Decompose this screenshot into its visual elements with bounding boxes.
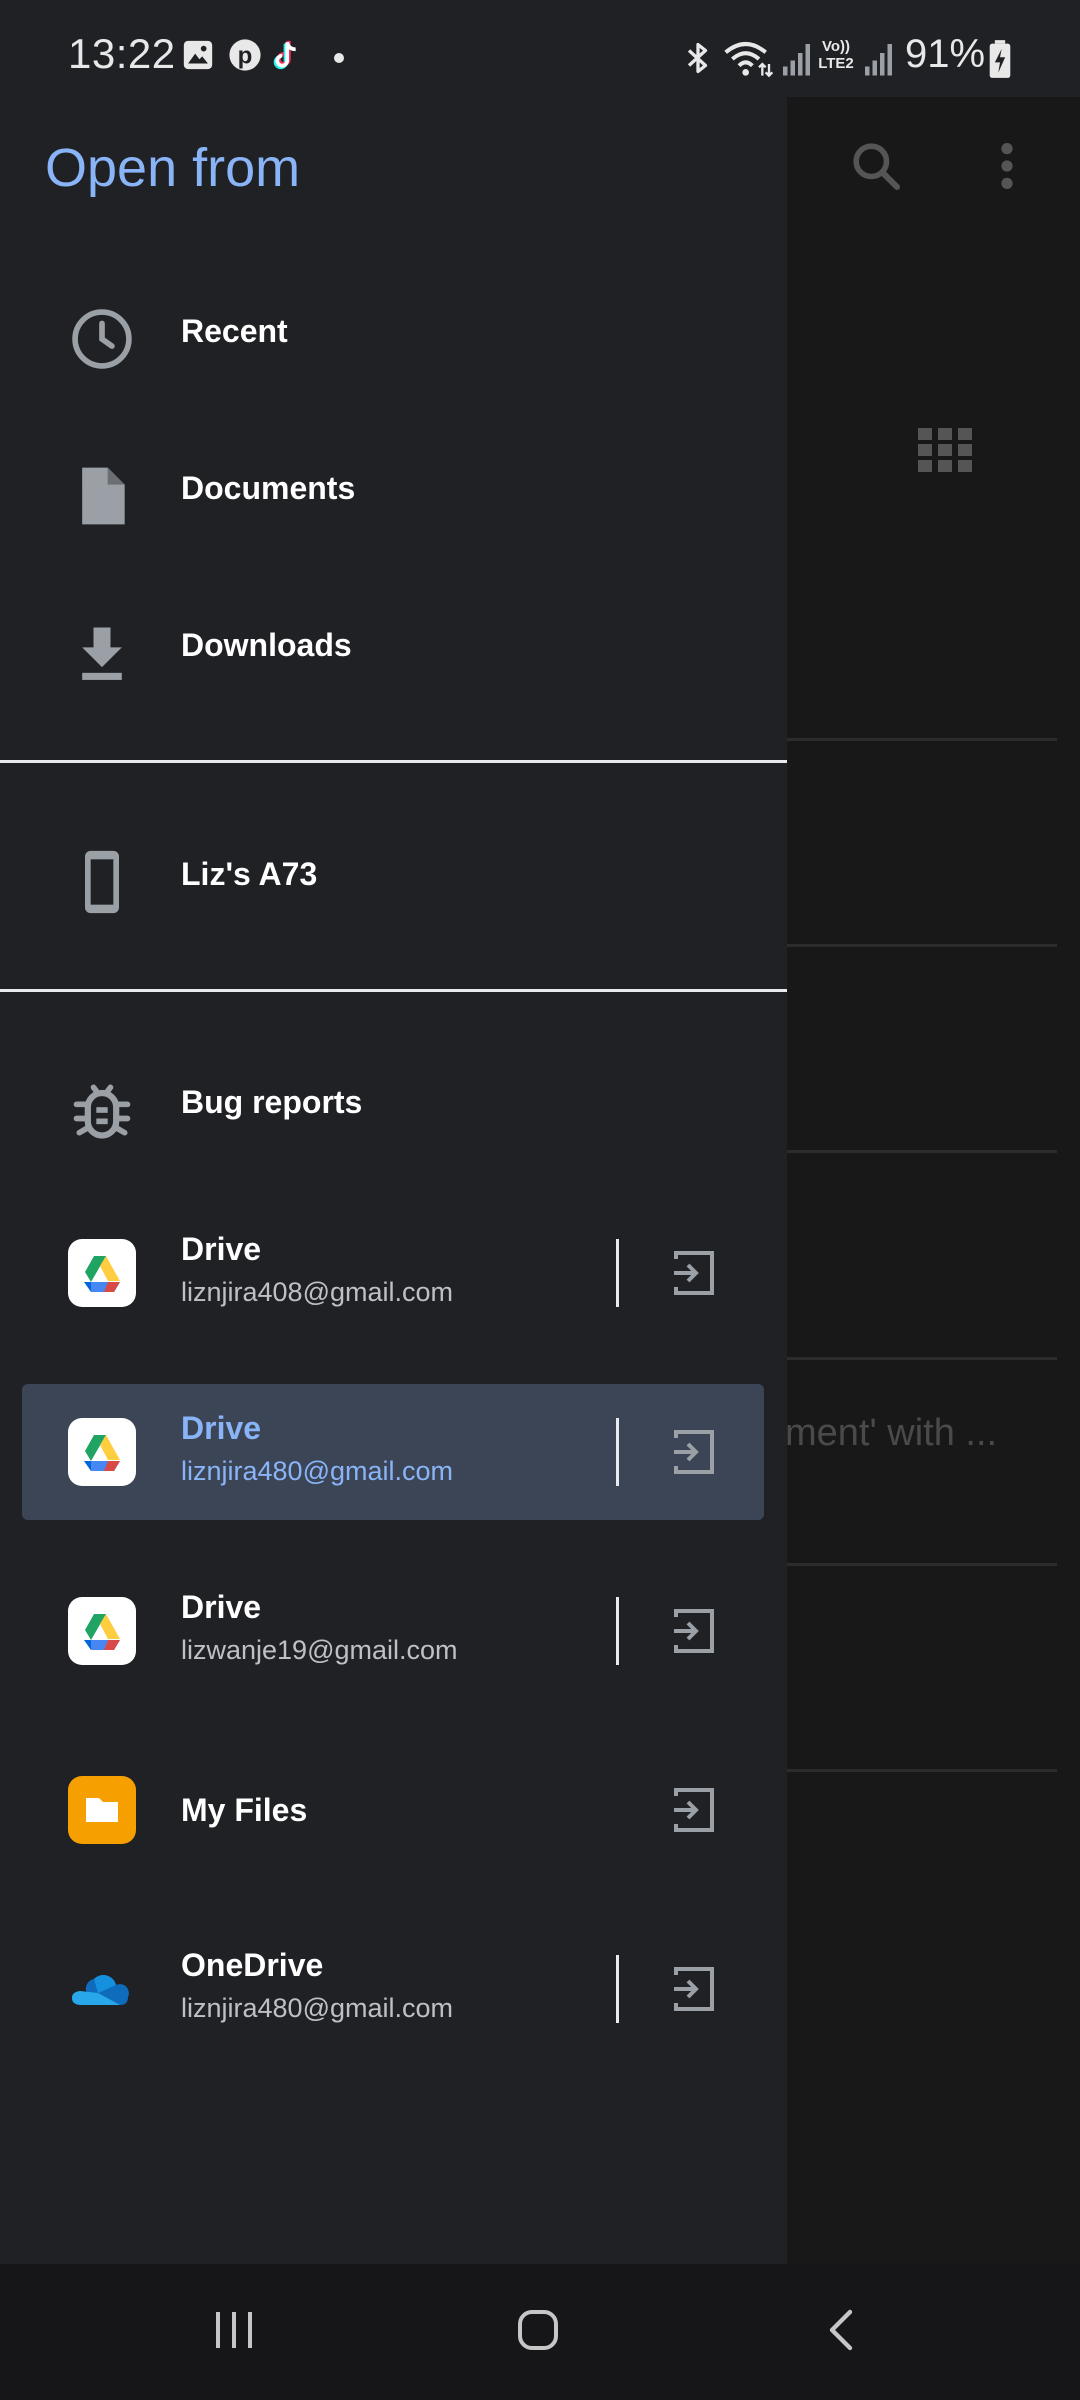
onedrive-icon [68,1955,136,2023]
search-icon[interactable] [848,138,904,194]
account-service-name: Drive [181,1589,262,1625]
account-service-name: Drive [181,1231,262,1267]
google-drive-icon [68,1597,136,1665]
drive-account-row[interactable]: Drive liznjira408@gmail.com [22,1205,764,1341]
background-file-title: ment' with ... [785,1412,998,1454]
more-vert-icon[interactable] [990,140,1024,192]
download-icon [82,627,122,680]
document-icon [82,467,125,525]
nav-item-bug-reports[interactable]: Bug reports [0,1038,787,1174]
nav-item-label: Bug reports [181,1084,363,1120]
nav-item-label: Recent [181,313,288,349]
bg-divider [787,944,1057,947]
nav-item-label: Liz's A73 [181,856,318,892]
back-icon[interactable] [818,2306,866,2354]
navigation-drawer: Open from Recent Documents Downloads Liz… [0,97,787,2264]
screen: ment' with ... 13:22 p Vo)) LTE2 91% Ope… [0,0,1080,2400]
system-nav-bar [0,2264,1080,2400]
battery-icon [989,40,1011,78]
my-files-row[interactable]: My Files [22,1742,764,1878]
bug-icon [73,1084,131,1139]
grid-view-icon[interactable] [918,428,972,472]
status-time: 13:22 [68,30,176,77]
onedrive-account-row[interactable]: OneDrive liznjira480@gmail.com [22,1921,764,2057]
nav-item-recent[interactable]: Recent [0,267,787,403]
pinterest-icon: p [229,39,261,71]
folder-icon [68,1776,136,1844]
gallery-icon [183,40,213,70]
signal-icon [783,44,810,76]
account-email: liznjira480@gmail.com [181,1993,454,2023]
home-icon[interactable] [514,2306,562,2354]
nav-item-device[interactable]: Liz's A73 [0,810,787,946]
nav-item-downloads[interactable]: Downloads [0,581,787,717]
eject-icon[interactable] [670,1786,718,1834]
row-separator [616,1239,619,1307]
battery-percent: 91% [905,32,986,76]
drawer-divider [0,760,787,763]
bg-divider [787,1563,1057,1566]
account-service-name: My Files [181,1792,308,1828]
drive-account-row[interactable]: Drive lizwanje19@gmail.com [22,1563,764,1699]
background-app [787,97,1080,2264]
bg-divider [787,738,1057,741]
nav-item-label: Documents [181,470,356,506]
eject-icon[interactable] [670,1428,718,1476]
recent-apps-icon[interactable] [210,2306,258,2354]
bluetooth-icon [687,42,708,74]
account-email: liznjira408@gmail.com [181,1277,454,1307]
dot-icon [334,53,344,63]
phone-icon [85,850,119,914]
google-drive-icon [68,1239,136,1307]
row-separator [616,1955,619,2023]
tiktok-icon [273,40,296,70]
nav-item-label: Downloads [181,627,352,663]
nav-item-documents[interactable]: Documents [0,424,787,560]
eject-icon[interactable] [670,1607,718,1655]
signal-icon [865,44,892,76]
drawer-divider [0,989,787,992]
account-service-name: Drive [181,1410,262,1446]
wifi-icon [724,42,774,78]
clock-icon [72,309,132,369]
bg-divider [787,1357,1057,1360]
drawer-title: Open from [45,138,301,198]
status-bar: 13:22 p Vo)) LTE2 91% [0,0,1080,97]
account-service-name: OneDrive [181,1947,324,1983]
svg-text:p: p [238,43,253,70]
eject-icon[interactable] [670,1249,718,1297]
account-email: liznjira480@gmail.com [181,1456,454,1486]
eject-icon[interactable] [670,1965,718,2013]
volte-icon: Vo)) LTE2 [818,38,854,72]
google-drive-icon [68,1418,136,1486]
drive-account-row[interactable]: Drive liznjira480@gmail.com [22,1384,764,1520]
bg-divider [787,1150,1057,1153]
account-email: lizwanje19@gmail.com [181,1635,458,1665]
row-separator [616,1418,619,1486]
row-separator [616,1597,619,1665]
bg-divider [787,1769,1057,1772]
